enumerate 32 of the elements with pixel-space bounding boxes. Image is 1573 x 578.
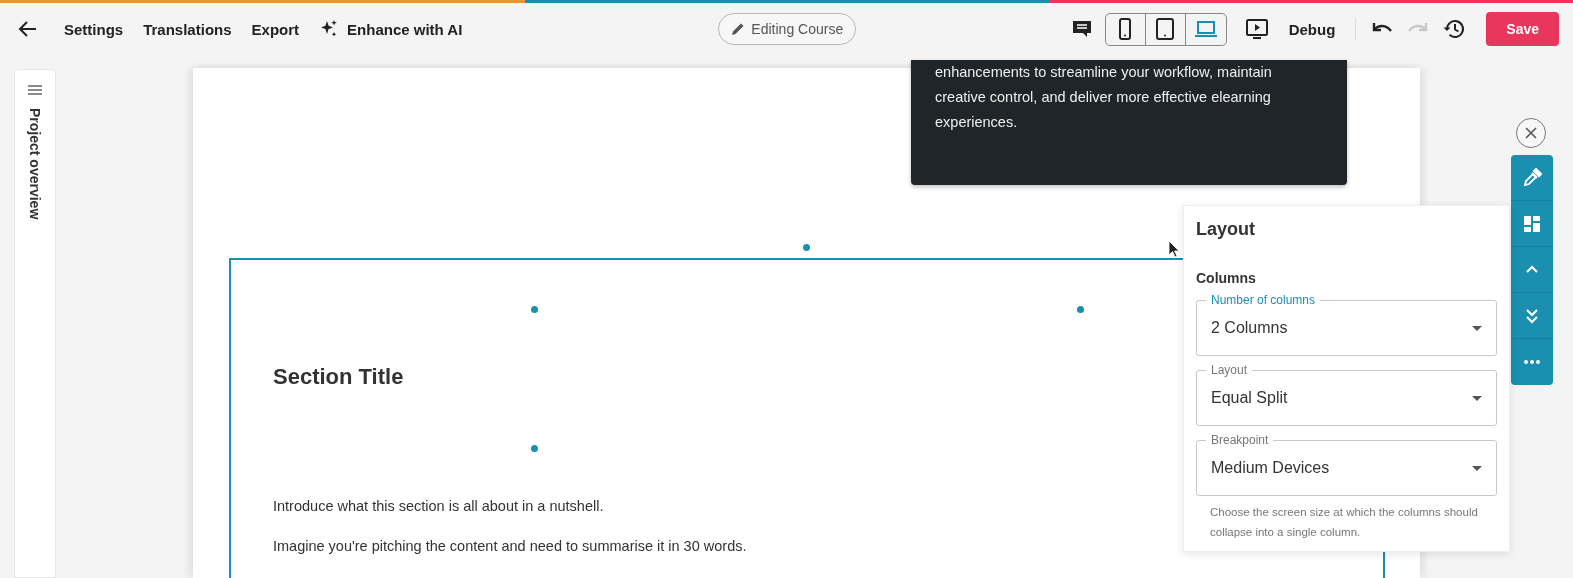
caret-icon — [1472, 396, 1482, 402]
panel-heading: Columns — [1196, 270, 1257, 286]
resize-handle[interactable] — [1077, 306, 1084, 313]
panel-title: Layout — [1196, 219, 1256, 240]
enhance-ai-button[interactable]: Enhance with AI — [319, 19, 463, 39]
close-button[interactable] — [1516, 118, 1546, 148]
history-icon[interactable] — [1442, 18, 1467, 40]
editing-status-button[interactable]: Editing Course — [718, 13, 857, 45]
close-icon — [1524, 126, 1538, 140]
back-arrow-icon[interactable] — [18, 19, 38, 39]
resize-handle[interactable] — [531, 306, 538, 313]
section-paragraph: Imagine you're pitching the content and need to summarise it in 30 words. — [273, 538, 747, 554]
tablet-icon — [1155, 18, 1176, 40]
menu-icon[interactable] — [28, 84, 42, 96]
nav-link[interactable]: Settings — [64, 20, 124, 38]
project-overview-tab[interactable]: Project overview — [27, 108, 43, 220]
nav-link[interactable]: Export — [251, 20, 300, 38]
device-toggle-group[interactable] — [1104, 12, 1227, 46]
cursor-icon — [1168, 240, 1180, 258]
nav-link[interactable]: Translations — [143, 20, 232, 38]
section-title: Section Title — [273, 364, 404, 390]
caret-icon — [1472, 466, 1482, 472]
card-text: enhancements to streamline your workflow, maintain creative control, and deliver more effective elearning experiences. — [935, 63, 1273, 132]
caret-icon — [1472, 326, 1482, 332]
save-button[interactable]: Save — [1486, 12, 1559, 46]
laptop-icon — [1193, 19, 1218, 39]
resize-handle[interactable] — [531, 445, 538, 452]
section-paragraph: Introduce what this section is all about in a nutshell. — [273, 498, 604, 514]
debug-button[interactable]: Debug — [1288, 20, 1336, 38]
preview-icon[interactable] — [1244, 18, 1269, 40]
resize-handle[interactable] — [803, 244, 810, 251]
pencil-icon — [731, 22, 746, 36]
